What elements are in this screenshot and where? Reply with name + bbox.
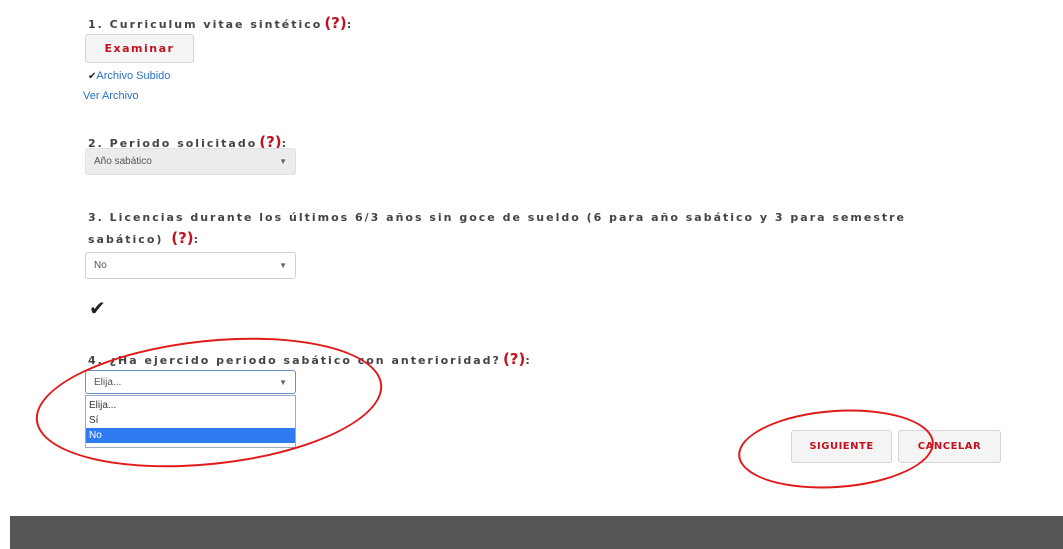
q3-label-suffix: : (193, 233, 201, 246)
q1-label-text: 1. Curriculum vitae sintético (88, 18, 323, 31)
leave-select-value: No (94, 260, 107, 271)
period-select-value: Año sabático (94, 156, 152, 167)
annotation-oval-dropdown (29, 322, 389, 483)
leave-select[interactable]: No ▼ (85, 252, 296, 279)
view-file-link[interactable]: Ver Archivo (83, 90, 139, 102)
footer-bar (10, 516, 1063, 549)
q1-label: 1. Curriculum vitae sintético (?): (88, 14, 353, 32)
annotation-oval-next (735, 403, 937, 495)
uploaded-file-link[interactable]: ✔Archivo Subido (88, 70, 170, 82)
q4-help-link[interactable]: (?) (503, 350, 525, 368)
q4-label-suffix: : (525, 354, 532, 367)
period-select[interactable]: Año sabático ▼ (85, 148, 296, 175)
browse-button[interactable]: Examinar (85, 34, 194, 63)
q3-label-line1: 3. Licencias durante los últimos 6/3 año… (88, 211, 907, 224)
chevron-down-icon: ▼ (279, 261, 287, 270)
q3-help-link[interactable]: (?) (171, 229, 193, 247)
q3-label-line2: sabático) (?): (88, 229, 200, 247)
q1-label-suffix: : (346, 18, 354, 31)
q1-help-link[interactable]: (?) (324, 14, 346, 32)
q3-label-line2-text: sabático) (88, 233, 170, 246)
uploaded-file-text: Archivo Subido (96, 70, 171, 82)
check-icon: ✔ (89, 296, 106, 320)
chevron-down-icon: ▼ (279, 157, 287, 166)
